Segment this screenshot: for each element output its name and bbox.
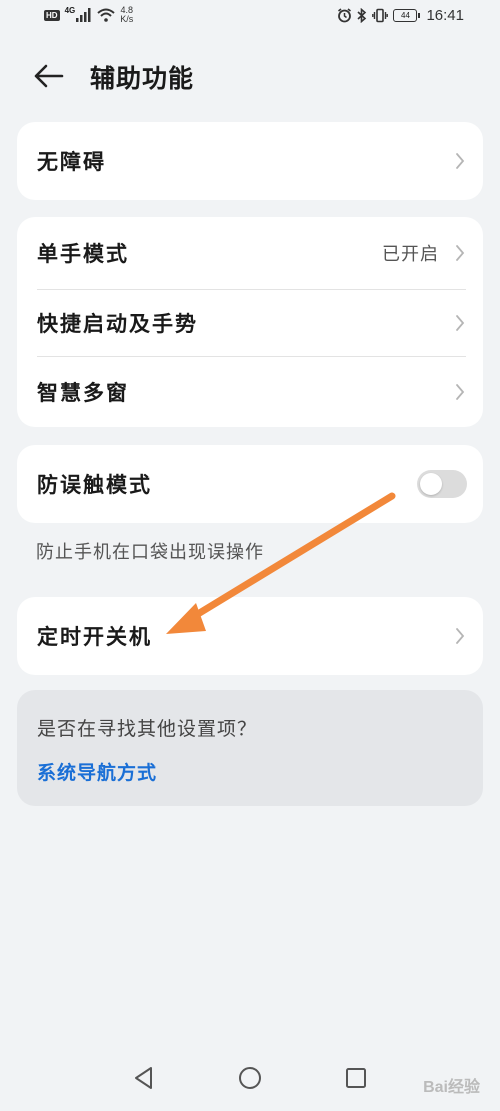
scheduled-power-label: 定时开关机 (37, 625, 152, 649)
speed-unit: K/s (120, 14, 134, 24)
nav-recents-button[interactable] (338, 1060, 374, 1096)
vibrate-icon (372, 8, 389, 23)
chevron-right-icon (456, 245, 465, 261)
suggestion-box: 是否在寻找其他设置项？ 系统导航方式 (17, 690, 483, 806)
accessibility-row[interactable]: 无障碍 (17, 122, 483, 200)
page-header: 辅助功能 (0, 50, 500, 100)
multi-window-row[interactable]: 智慧多窗 (17, 357, 483, 427)
system-navigation-link[interactable]: 系统导航方式 (37, 758, 157, 785)
toggle-knob (420, 473, 442, 495)
square-recents-icon (346, 1068, 366, 1088)
pocket-mode-row: 防误触模式 (17, 445, 483, 523)
page-title: 辅助功能 (90, 64, 195, 93)
accessibility-card: 无障碍 (17, 122, 483, 200)
cell-signal-icon (76, 8, 91, 22)
pocket-mode-toggle[interactable] (417, 470, 467, 498)
accessibility-label: 无障碍 (37, 150, 106, 174)
one-hand-mode-row[interactable]: 单手模式 已开启 (17, 217, 483, 289)
circle-home-icon (239, 1067, 261, 1089)
nav-back-button[interactable] (126, 1060, 162, 1096)
shortcuts-gestures-row[interactable]: 快捷启动及手势 (17, 290, 483, 356)
status-bar: HD 4G 4.8 K/s 44 16:41 (0, 0, 500, 36)
multi-window-label: 智慧多窗 (37, 381, 129, 405)
pocket-mode-description: 防止手机在口袋出现误操作 (36, 542, 264, 563)
watermark: Bai经验 (423, 1079, 480, 1096)
one-hand-mode-status: 已开启 (382, 244, 439, 265)
back-button[interactable] (30, 56, 70, 96)
shortcuts-gestures-label: 快捷启动及手势 (37, 312, 198, 336)
pocket-mode-label: 防误触模式 (37, 473, 152, 497)
bluetooth-icon (357, 8, 367, 23)
chevron-right-icon (456, 384, 465, 400)
back-arrow-icon (34, 64, 64, 88)
network-type: 4G (64, 6, 76, 15)
chevron-right-icon (456, 315, 465, 331)
nav-home-button[interactable] (232, 1060, 268, 1096)
clock: 16:41 (426, 7, 464, 24)
chevron-right-icon (456, 628, 465, 644)
chevron-right-icon (456, 153, 465, 169)
alarm-icon (338, 8, 352, 23)
hd-badge: HD (44, 9, 60, 21)
suggestion-question: 是否在寻找其他设置项？ (37, 718, 258, 740)
status-right: 44 16:41 (337, 7, 464, 24)
wifi-icon (97, 8, 115, 22)
scheduled-power-card: 定时开关机 (17, 597, 483, 675)
battery-icon: 44 (393, 9, 421, 22)
status-left: HD 4G 4.8 K/s (44, 6, 133, 24)
pocket-mode-card: 防误触模式 (17, 445, 483, 523)
one-hand-mode-label: 单手模式 (37, 242, 129, 266)
gesture-settings-card: 单手模式 已开启 快捷启动及手势 智慧多窗 (17, 217, 483, 427)
triangle-back-icon (135, 1067, 152, 1089)
network-speed: 4.8 K/s (120, 6, 133, 24)
scheduled-power-row[interactable]: 定时开关机 (17, 597, 483, 675)
